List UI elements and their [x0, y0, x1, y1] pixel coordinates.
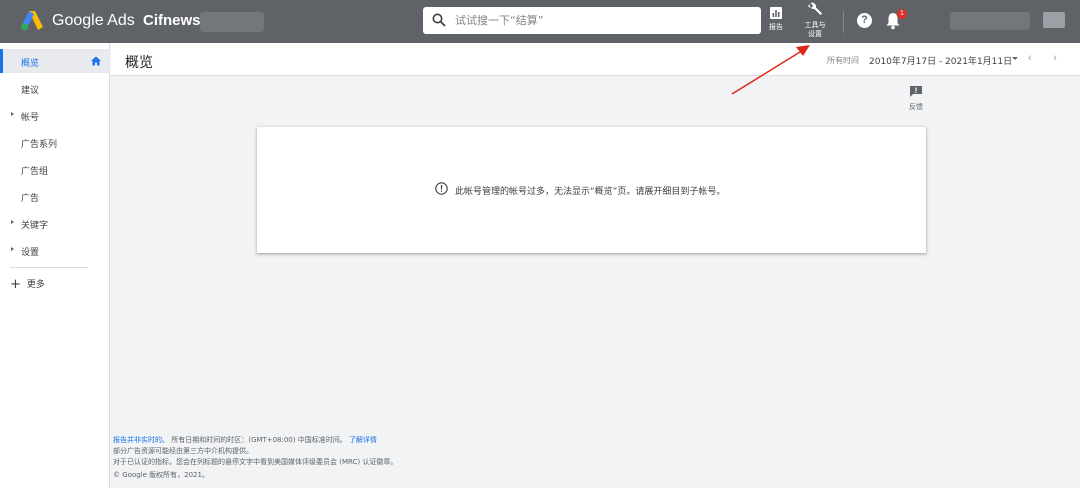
feedback-icon: [910, 86, 922, 97]
search-box[interactable]: [423, 7, 761, 34]
expand-caret-icon: [11, 247, 14, 251]
expand-caret-icon: [11, 112, 14, 116]
page-footer: 报告并非实时的。 所有日期和时间的时区：(GMT+08:00) 中国标准时间。 …: [113, 435, 397, 481]
sidebar-nav: 概览 建议 帐号 广告系列 广告组 广告 关键字 设置 + 更多: [0, 43, 110, 488]
feedback-label: 反馈: [909, 103, 923, 111]
tools-and-settings-button[interactable]: 工具与 设置: [798, 0, 832, 39]
account-name[interactable]: Cifnews: [143, 12, 201, 29]
brand-name: Google Ads: [52, 12, 135, 29]
home-icon: [91, 56, 101, 66]
sidebar-item-keywords[interactable]: 关键字: [0, 211, 110, 235]
feedback-button[interactable]: 反馈: [904, 86, 928, 112]
page-header: 概览 所有时间 2010年7月17日 - 2021年1月11日 ‹ ›: [111, 43, 1080, 76]
tools-label-line1: 工具与: [804, 21, 826, 29]
active-indicator: [0, 49, 3, 73]
chevron-right-icon[interactable]: ›: [1053, 52, 1057, 64]
sidebar-item-label: 帐号: [21, 113, 40, 123]
sidebar-item-label: 概览: [21, 59, 40, 69]
top-app-bar: Google Ads Cifnews 报告 工具与 设置 ? 1: [0, 0, 1080, 43]
chevron-left-icon[interactable]: ‹: [1028, 52, 1032, 64]
footer-line-1: 报告并非实时的。 所有日期和时间的时区：(GMT+08:00) 中国标准时间。 …: [113, 435, 397, 446]
date-range-picker[interactable]: 2010年7月17日 - 2021年1月11日: [869, 54, 1012, 67]
overview-notice-card: 此帐号管理的帐号过多，无法显示“概览”页。请展开细目到子帐号。: [257, 127, 926, 253]
sidebar-item-label: 广告组: [21, 167, 49, 177]
sidebar-item-label: 设置: [21, 248, 40, 258]
redacted-account-id: [200, 12, 264, 32]
more-label: 更多: [26, 280, 45, 290]
footer-line-2: 部分广告资源可能经由第三方中介机构提供。: [113, 447, 253, 455]
reports-button[interactable]: 报告: [764, 7, 788, 32]
page-title: 概览: [125, 55, 153, 71]
date-range-label: 所有时间: [827, 56, 859, 65]
google-ads-logo[interactable]: [20, 9, 44, 31]
sidebar-item-settings[interactable]: 设置: [0, 238, 110, 262]
redacted-user-info: [950, 12, 1030, 30]
tools-label-line2: 设置: [808, 30, 822, 38]
sidebar-item-recommendations[interactable]: 建议: [0, 76, 110, 100]
toolbar-divider: [843, 11, 844, 33]
sidebar-item-accounts[interactable]: 帐号: [0, 103, 110, 127]
help-icon[interactable]: ?: [857, 13, 872, 28]
timezone-text: 所有日期和时间的时区：(GMT+08:00) 中国标准时间。: [171, 436, 347, 444]
notice-message: 此帐号管理的帐号过多，无法显示“概览”页。请展开细目到子帐号。: [455, 187, 726, 197]
reports-label: 报告: [769, 23, 783, 31]
notification-badge: 1: [897, 9, 907, 19]
wrench-icon: [807, 2, 822, 15]
sidebar-item-label: 广告系列: [21, 140, 58, 150]
sidebar-item-label: 广告: [21, 194, 40, 204]
sidebar-item-overview[interactable]: 概览: [0, 49, 110, 73]
search-input[interactable]: [455, 11, 755, 30]
more-button[interactable]: + 更多: [10, 277, 45, 292]
copyright: © Google 版权所有，2021。: [113, 471, 209, 479]
avatar[interactable]: [1043, 12, 1065, 28]
footer-line-3: 对于已认证的指标，您会在列标题的悬停文字中看到美国媒体评级委员会 (MRC) 认…: [113, 458, 398, 466]
chevron-down-icon[interactable]: [1012, 57, 1018, 60]
info-icon: [435, 182, 448, 195]
realtime-notice-link[interactable]: 报告并非实时的。: [113, 436, 169, 444]
learn-more-link[interactable]: 了解详情: [349, 436, 377, 444]
sidebar-item-label: 建议: [21, 86, 40, 96]
expand-caret-icon: [11, 220, 14, 224]
sidebar-item-ad-groups[interactable]: 广告组: [0, 157, 110, 181]
sidebar-item-ads[interactable]: 广告: [0, 184, 110, 208]
plus-icon: +: [10, 277, 21, 292]
sidebar-divider: [10, 267, 88, 268]
search-icon: [432, 13, 446, 27]
reports-icon: [770, 7, 782, 19]
sidebar-item-campaigns[interactable]: 广告系列: [0, 130, 110, 154]
sidebar-item-label: 关键字: [21, 221, 49, 231]
